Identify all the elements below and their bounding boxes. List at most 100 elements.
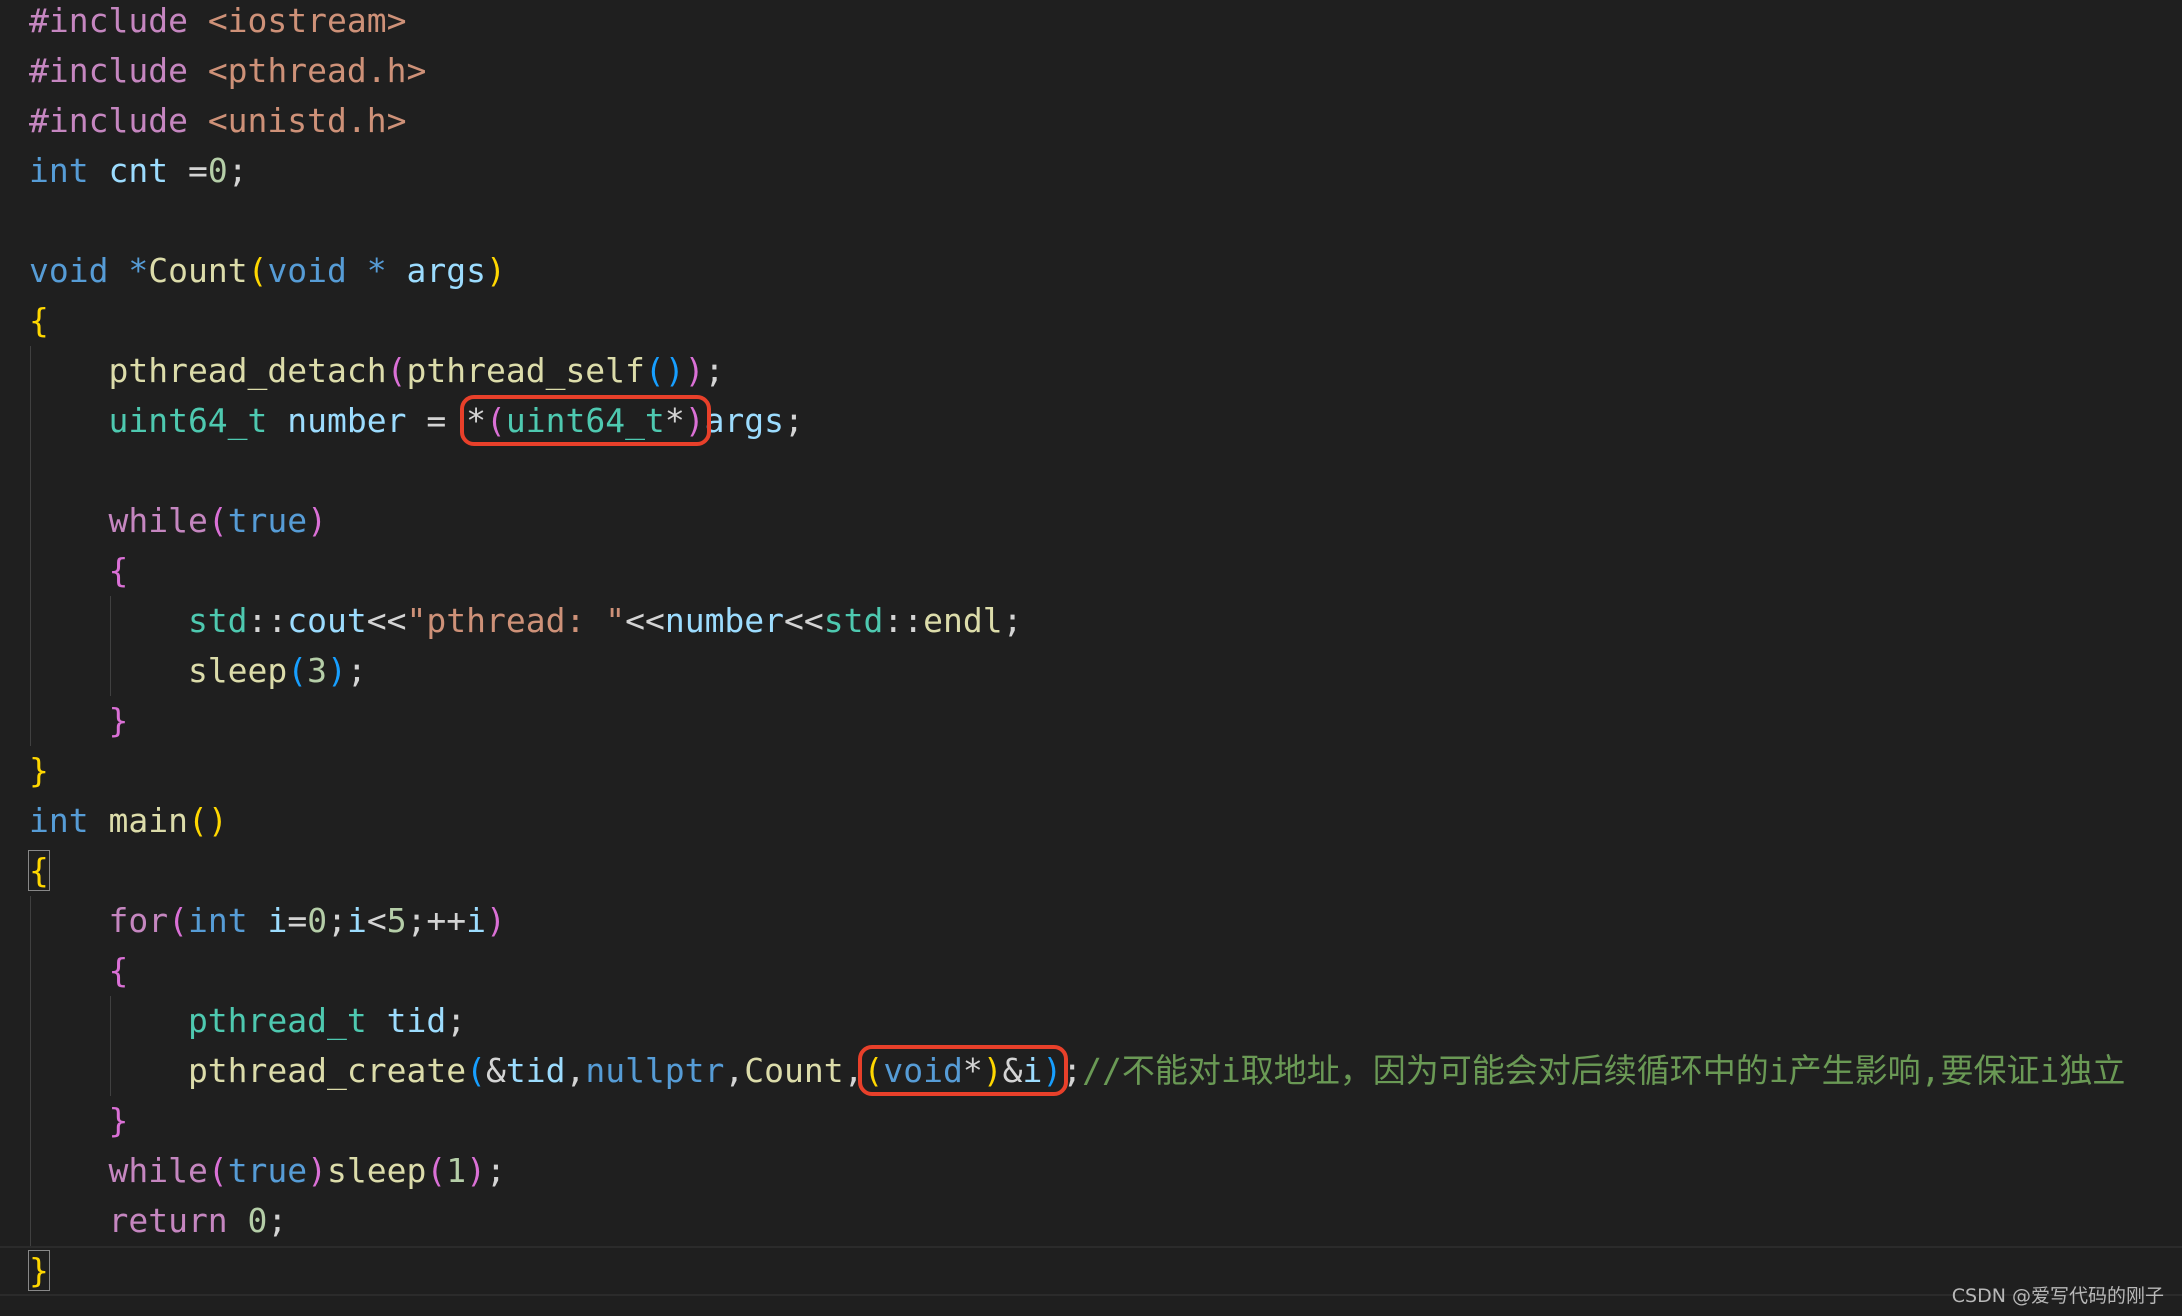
code-token: :: <box>247 601 288 640</box>
code-token: cout <box>287 601 367 640</box>
code-line[interactable]: uint64_t number = *(uint64_t*)args; <box>0 395 2182 446</box>
code-token: } <box>29 751 49 790</box>
code-token: ; <box>1062 1051 1083 1090</box>
code-token: //不能对i取地址，因为可能会对后续循环中的i产生影响,要保证i独立 <box>1082 1051 2126 1090</box>
watermark: CSDN @爱写代码的刚子 <box>1951 1285 2164 1307</box>
code-line[interactable]: { <box>0 846 2182 896</box>
code-token: } <box>29 1101 129 1140</box>
code-token: tid <box>386 1001 447 1040</box>
code-token: ; <box>227 151 248 190</box>
code-token: { <box>29 551 129 590</box>
code-line[interactable]: pthread_t tid; <box>0 996 2182 1046</box>
code-token: ) <box>207 801 228 840</box>
code-line[interactable]: sleep(3); <box>0 646 2182 696</box>
code-token: << <box>625 601 665 640</box>
code-token: for <box>29 901 169 940</box>
code-line[interactable]: for(int i=0;i<5;++i) <box>0 896 2182 946</box>
code-line[interactable]: int cnt =0; <box>0 146 2182 196</box>
code-token: & <box>485 1051 506 1090</box>
code-token: ) <box>982 1051 1003 1090</box>
code-token: ) <box>307 501 328 540</box>
code-line[interactable]: { <box>0 296 2182 346</box>
code-token: <pthread.h> <box>207 51 427 90</box>
code-token: ( <box>644 351 665 390</box>
code-token: uint64_t <box>29 401 288 440</box>
code-token: std <box>29 601 248 640</box>
code-token: <iostream> <box>207 1 407 40</box>
code-line[interactable]: } <box>0 1096 2182 1146</box>
code-token: ) <box>684 351 705 390</box>
code-line[interactable] <box>0 196 2182 246</box>
code-line[interactable]: #include <iostream> <box>0 0 2182 46</box>
code-token: ; <box>784 401 804 440</box>
code-token: = <box>287 901 308 940</box>
code-editor[interactable]: #include <iostream> #include <pthread.h> #… <box>0 0 2182 1296</box>
code-token: ( <box>485 401 506 440</box>
code-token: main <box>108 801 188 840</box>
code-token: pthread_t <box>29 1001 387 1040</box>
code-token: std <box>823 601 884 640</box>
indent-guide <box>30 346 31 746</box>
code-token: ) <box>307 1151 328 1190</box>
code-token: uint64_t <box>505 401 665 440</box>
code-token: ( <box>863 1051 884 1090</box>
code-token: 0 <box>307 901 328 940</box>
code-token: < <box>366 901 387 940</box>
code-token: cnt <box>108 151 188 190</box>
code-token: ( <box>247 251 268 290</box>
code-token: ; <box>346 651 367 690</box>
code-token: * <box>466 401 486 440</box>
code-token: i <box>1022 1051 1043 1090</box>
code-line[interactable]: } <box>0 746 2182 796</box>
code-line[interactable]: } <box>0 1246 2182 1296</box>
code-token: { <box>29 851 49 890</box>
code-token: << <box>366 601 407 640</box>
code-token: = <box>426 401 467 440</box>
code-token: true <box>227 1151 308 1190</box>
code-line[interactable]: { <box>0 546 2182 596</box>
code-token: ; <box>1002 601 1023 640</box>
code-token: << <box>784 601 824 640</box>
code-token: #include <box>29 51 208 90</box>
code-line[interactable]: while(true) <box>0 496 2182 546</box>
code-line[interactable]: return 0; <box>0 1196 2182 1246</box>
code-line[interactable]: } <box>0 696 2182 746</box>
code-line[interactable]: while(true)sleep(1); <box>0 1146 2182 1196</box>
code-token: ( <box>466 1051 486 1090</box>
code-token: 0 <box>247 1201 268 1240</box>
code-token: i <box>466 901 487 940</box>
code-line[interactable]: { <box>0 946 2182 996</box>
code-token: nullptr <box>585 1051 725 1090</box>
code-line[interactable]: pthread_create(&tid,nullptr,Count,(void*… <box>0 1045 2182 1096</box>
code-token: ) <box>486 251 506 290</box>
code-token: ) <box>486 901 506 940</box>
code-token: pthread_create <box>29 1051 467 1090</box>
bracket-match: { <box>28 850 50 891</box>
code-token: * <box>366 251 407 290</box>
code-line[interactable]: int main() <box>0 796 2182 846</box>
code-line[interactable]: std::cout<<"pthread: "<<number<<std::end… <box>0 596 2182 646</box>
highlight-box: *(uint64_t*) <box>460 395 711 446</box>
code-token: void <box>883 1051 963 1090</box>
code-line[interactable]: void *Count(void * args) <box>0 246 2182 296</box>
indent-guide <box>110 996 111 1096</box>
code-token: true <box>227 501 308 540</box>
code-token: , <box>724 1051 745 1090</box>
code-token: * <box>664 401 685 440</box>
code-line[interactable] <box>0 446 2182 496</box>
code-token: void <box>29 251 129 290</box>
code-token: int <box>187 901 268 940</box>
code-line[interactable]: pthread_detach(pthread_self()); <box>0 346 2182 396</box>
code-line[interactable]: #include <unistd.h> <box>0 96 2182 146</box>
code-token: sleep <box>29 651 288 690</box>
code-token: } <box>29 1251 49 1290</box>
code-line[interactable]: #include <pthread.h> <box>0 46 2182 96</box>
code-token: number <box>287 401 427 440</box>
code-token: , <box>565 1051 586 1090</box>
code-token: int <box>29 151 109 190</box>
code-token: while <box>29 501 208 540</box>
code-token: ; <box>327 901 347 940</box>
code-token: = <box>187 151 208 190</box>
code-token: ) <box>684 401 705 440</box>
highlight-box: (void*)&i) <box>857 1045 1069 1096</box>
